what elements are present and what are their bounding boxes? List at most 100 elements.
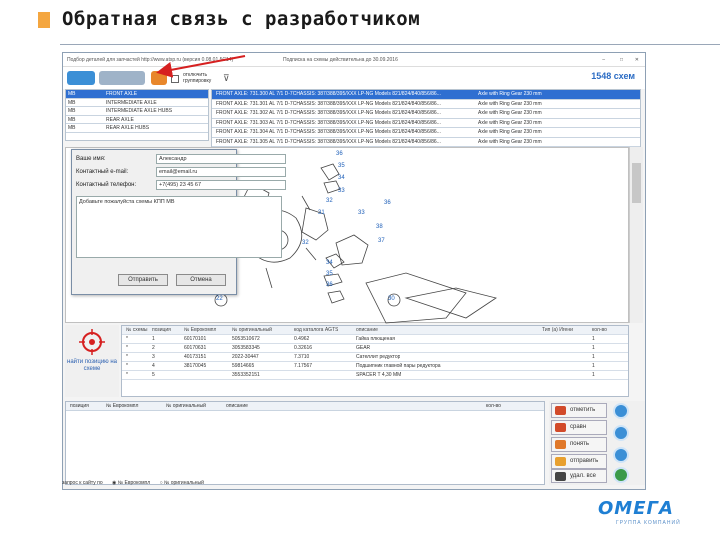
close-icon[interactable]: ✕: [635, 57, 639, 63]
callout-number[interactable]: 34: [326, 260, 333, 266]
callout-number[interactable]: 36: [326, 282, 333, 288]
category-row[interactable]: MB FRONT AXLE: [66, 90, 208, 99]
compare-button[interactable]: сравн: [551, 420, 607, 435]
category-row[interactable]: MB REAR AXLE HUBS: [66, 124, 208, 133]
diagram-scrollbar[interactable]: [629, 147, 643, 323]
column-header[interactable]: № схемы: [126, 326, 148, 334]
action-panel: отметить сравн понять отправить удал. вс…: [549, 401, 645, 485]
column-header[interactable]: позиция: [152, 326, 171, 334]
scheme-row[interactable]: FRONT AXLE: 731.300 AL 7/1 D-7CHASSIS: 3…: [212, 90, 640, 100]
scheme-note: Axle with Ring Gear 230 mm: [478, 129, 542, 135]
minimize-icon[interactable]: –: [602, 57, 605, 63]
callout-number[interactable]: 38: [376, 224, 383, 230]
scheme-row[interactable]: FRONT AXLE: 731.302 AL 7/1 D-7CHASSIS: 3…: [212, 109, 640, 119]
status-bar: запрос к сайту по ◉ № Еврокомпл ○ № ориг…: [62, 480, 562, 490]
scrollbar-thumb[interactable]: [632, 163, 641, 203]
send-button[interactable]: Отправить: [118, 274, 168, 286]
callout-number[interactable]: 36: [384, 200, 391, 206]
callout-number[interactable]: 36: [336, 151, 343, 157]
column-header[interactable]: № Еврокомпл: [106, 402, 138, 410]
find-on-scheme-label: найти позицию на схеме: [67, 359, 117, 372]
radio-original[interactable]: ○: [160, 480, 163, 486]
scheme-note: Axle with Ring Gear 230 mm: [478, 119, 542, 126]
zoom-fit-icon[interactable]: [613, 447, 629, 463]
category-name: INTERMEDIATE AXLE: [106, 99, 157, 106]
order-table-header: позиция № Еврокомпл № оригинальный описание…: [66, 402, 544, 411]
show-button[interactable]: понять: [551, 437, 607, 452]
callout-number[interactable]: 37: [378, 238, 385, 244]
scheme-row[interactable]: FRONT AXLE: 731.305 AL 7/1 D-7CHASSIS: 3…: [212, 138, 640, 147]
table-cell: 5: [152, 372, 155, 378]
category-list[interactable]: MB FRONT AXLE MB INTERMEDIATE AXLE MB INTERME…: [65, 89, 209, 141]
email-field[interactable]: email@email.ru: [156, 167, 286, 177]
column-header[interactable]: № оригинальный: [232, 326, 272, 334]
zoom-out-icon[interactable]: [613, 425, 629, 441]
column-header[interactable]: описание: [356, 326, 378, 334]
callout-number[interactable]: 35: [338, 163, 345, 169]
callout-number[interactable]: 22: [216, 296, 223, 302]
callout-number[interactable]: 33: [358, 210, 365, 216]
compare-icon: [555, 423, 566, 432]
title-accent-square: [38, 12, 50, 28]
scheme-row[interactable]: FRONT AXLE: 731.301 AL 7/1 D-7CHASSIS: 3…: [212, 100, 640, 109]
callout-number[interactable]: 31: [318, 210, 325, 216]
table-row[interactable]: * 1 60170101 5053510672 0.4962 Гайка плющеная…: [122, 335, 628, 344]
brand-filter-icon[interactable]: [67, 71, 95, 85]
table-cell: 3: [152, 354, 155, 360]
column-header[interactable]: код каталога AGTS: [294, 326, 338, 334]
logo-brand: ОМЕГА: [598, 498, 674, 519]
name-field[interactable]: Александр: [156, 154, 286, 164]
category-row[interactable]: MB INTERMEDIATE AXLE: [66, 99, 208, 107]
column-header[interactable]: позиция: [70, 402, 89, 410]
table-row[interactable]: * 4 38170045 59814665 7.17567 Подшипник главн…: [122, 362, 628, 371]
column-header[interactable]: описание: [226, 402, 248, 410]
category-name: REAR AXLE: [106, 116, 134, 123]
column-header[interactable]: кол-во: [486, 402, 501, 410]
table-cell: 2: [152, 345, 155, 351]
zoom-in-icon[interactable]: [613, 403, 629, 419]
column-header[interactable]: Тип (а) Игени: [542, 326, 573, 334]
phone-field[interactable]: +7(495) 23 45 67: [156, 180, 286, 190]
send-order-button[interactable]: отправить: [551, 454, 607, 469]
table-cell: 3053583345: [232, 345, 260, 351]
scheme-name: FRONT AXLE: 731.302 AL 7/1 D-7CHASSIS: 3…: [216, 110, 441, 116]
category-row[interactable]: MB INTERMEDIATE AXLE HUBS: [66, 107, 208, 116]
feedback-icon[interactable]: [151, 71, 167, 85]
grouping-checkbox-label: отключить группировку: [183, 72, 212, 84]
callout-number[interactable]: 32: [326, 198, 333, 204]
table-cell: 1: [152, 336, 155, 342]
table-row[interactable]: * 5 3553352151 SPACER T 4,30 MM 1: [122, 371, 628, 380]
cancel-button[interactable]: Отмена: [176, 274, 226, 286]
grouping-checkbox[interactable]: [171, 75, 179, 83]
table-cell: 1: [592, 345, 595, 351]
scheme-list[interactable]: FRONT AXLE: 731.300 AL 7/1 D-7CHASSIS: 3…: [211, 89, 641, 147]
callout-number[interactable]: 35: [326, 271, 333, 277]
callout-number[interactable]: 33: [338, 188, 345, 194]
column-header[interactable]: кол-во: [592, 326, 607, 334]
model-filter-icon[interactable]: [99, 71, 145, 85]
callout-number[interactable]: 30: [388, 296, 395, 302]
find-on-scheme-button[interactable]: найти позицию на схеме: [65, 325, 119, 397]
table-cell: 1: [592, 363, 595, 369]
column-header[interactable]: № оригинальный: [166, 402, 206, 410]
message-textarea[interactable]: Добавьте пожалуйста схемы КПП МВ: [76, 196, 282, 258]
maximize-icon[interactable]: □: [620, 57, 623, 63]
filter-icon[interactable]: ⊽: [223, 73, 230, 84]
scheme-name: FRONT AXLE: 731.304 AL 7/1 D-7CHASSIS: 3…: [216, 129, 441, 135]
table-cell: 38170045: [184, 363, 207, 369]
scheme-row[interactable]: FRONT AXLE: 731.304 AL 7/1 D-7CHASSIS: 3…: [212, 128, 640, 138]
table-cell: 7.3710: [294, 354, 310, 360]
table-cell: 2022-30447: [232, 354, 259, 360]
callout-number[interactable]: 32: [302, 240, 309, 246]
refresh-icon[interactable]: [613, 467, 629, 483]
table-row[interactable]: * 2 60170631 3053583345 0.32616 GEAR 1: [122, 344, 628, 353]
omega-logo: ОМЕГА ГРУППА КОМПАНИЙ: [598, 498, 704, 530]
column-header[interactable]: № Еврокомпл: [184, 326, 216, 334]
scheme-row[interactable]: FRONT AXLE: 731.303 AL 7/1 D-7CHASSIS: 3…: [212, 119, 640, 128]
mark-button[interactable]: отметить: [551, 403, 607, 418]
status-prefix: запрос к сайту по: [62, 480, 103, 486]
category-row[interactable]: MB REAR AXLE: [66, 116, 208, 124]
table-row[interactable]: * 3 40173151 2022-30447 7.3710 Сателлит редук…: [122, 353, 628, 362]
radio-eurocomp[interactable]: ◉: [112, 480, 116, 486]
callout-number[interactable]: 34: [338, 175, 345, 181]
